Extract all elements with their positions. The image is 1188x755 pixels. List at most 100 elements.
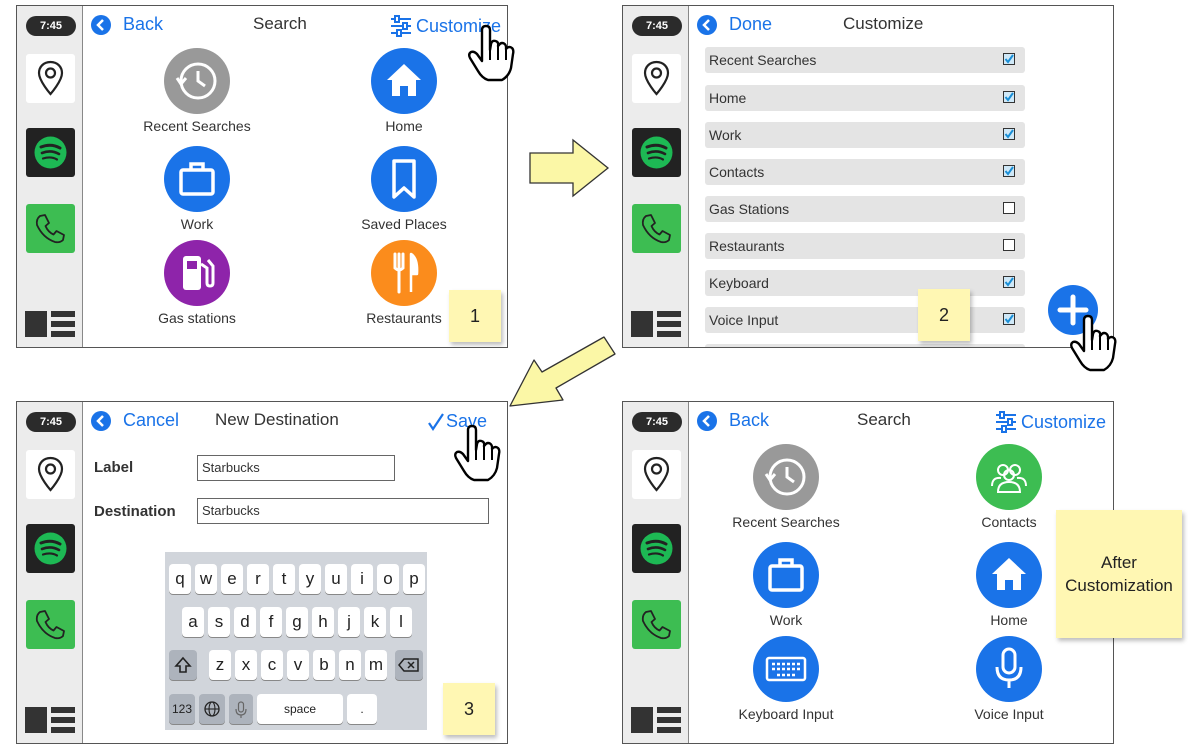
key-w[interactable]: w	[195, 564, 217, 594]
key-n[interactable]: n	[339, 650, 361, 680]
customize-item[interactable]: Restaurants	[705, 233, 1025, 259]
panel-search-initial: 7:45 Back Search Customize Recent Search…	[16, 5, 508, 348]
tile-voice-input[interactable]: Voice Input	[919, 636, 1099, 722]
app-grid-button[interactable]	[25, 311, 75, 337]
customize-button[interactable]: Customize	[994, 411, 1106, 433]
key-e[interactable]: e	[221, 564, 243, 594]
key-m[interactable]: m	[365, 650, 387, 680]
tile-label: Work	[769, 612, 803, 628]
key-f[interactable]: f	[260, 607, 282, 637]
spotify-button[interactable]	[26, 128, 75, 177]
tile-recent-searches[interactable]: Recent Searches	[696, 444, 876, 530]
key-s[interactable]: s	[208, 607, 230, 637]
checkmark-icon	[1004, 277, 1014, 287]
map-pin-button[interactable]	[26, 54, 75, 103]
key-k[interactable]: k	[364, 607, 386, 637]
key-d[interactable]: d	[234, 607, 256, 637]
map-pin-button[interactable]	[26, 450, 75, 499]
tile-label: Gas stations	[158, 310, 236, 326]
clock: 7:45	[632, 16, 682, 36]
customize-item[interactable]: Keyboard	[705, 270, 1025, 296]
customize-item[interactable]: Work	[705, 122, 1025, 148]
customize-item[interactable]: Home	[705, 85, 1025, 111]
key-i[interactable]: i	[351, 564, 373, 594]
key-c[interactable]: c	[261, 650, 283, 680]
period-key[interactable]: .	[347, 694, 377, 724]
key-y[interactable]: y	[299, 564, 321, 594]
step-note: 2	[918, 289, 970, 341]
sidebar: 7:45	[623, 6, 689, 347]
label-input[interactable]: Starbucks	[197, 455, 395, 481]
tile-work[interactable]: Work	[107, 146, 287, 232]
globe-key[interactable]	[199, 694, 225, 724]
spotify-button[interactable]	[632, 524, 681, 573]
tile-gas-stations[interactable]: Gas stations	[107, 240, 287, 326]
key-u[interactable]: u	[325, 564, 347, 594]
destination-input[interactable]: Starbucks	[197, 498, 489, 524]
space-key[interactable]: space	[257, 694, 343, 724]
back-button[interactable]: Back	[697, 410, 769, 431]
back-button[interactable]: Back	[91, 14, 163, 35]
map-pin-button[interactable]	[632, 450, 681, 499]
done-button[interactable]: Done	[697, 14, 772, 35]
phone-button[interactable]	[26, 600, 75, 649]
mic-key[interactable]	[229, 694, 253, 724]
phone-button[interactable]	[632, 600, 681, 649]
key-q[interactable]: q	[169, 564, 191, 594]
checkbox[interactable]	[1003, 202, 1015, 214]
app-grid-button[interactable]	[631, 707, 681, 733]
key-g[interactable]: g	[286, 607, 308, 637]
checkbox[interactable]	[1003, 128, 1015, 140]
cancel-button[interactable]: Cancel	[91, 410, 179, 431]
key-b[interactable]: b	[313, 650, 335, 680]
spotify-icon	[640, 136, 673, 169]
customize-item[interactable]: Voice Input	[705, 307, 1025, 333]
map-pin-button[interactable]	[632, 54, 681, 103]
tile-keyboard-input[interactable]: Keyboard Input	[696, 636, 876, 722]
tile-recent-searches[interactable]: Recent Searches	[107, 48, 287, 134]
key-a[interactable]: a	[182, 607, 204, 637]
tile-work[interactable]: Work	[696, 542, 876, 628]
checkbox[interactable]	[1003, 165, 1015, 177]
phone-icon	[641, 214, 671, 244]
backspace-key[interactable]	[395, 650, 423, 680]
key-l[interactable]: l	[390, 607, 412, 637]
checkbox[interactable]	[1003, 313, 1015, 325]
app-grid-button[interactable]	[631, 311, 681, 337]
customize-item[interactable]: Contacts	[705, 159, 1025, 185]
panel-customize: 7:45 Done Customize Recent Searches Home…	[622, 5, 1114, 348]
checkbox[interactable]	[1003, 91, 1015, 103]
key-p[interactable]: p	[403, 564, 425, 594]
tile-saved-places[interactable]: Saved Places	[314, 146, 494, 232]
key-z[interactable]: z	[209, 650, 231, 680]
shift-key[interactable]	[169, 650, 197, 680]
phone-button[interactable]	[26, 204, 75, 253]
number-mode-key[interactable]: 123	[169, 694, 195, 724]
checkmark-icon	[1004, 92, 1014, 102]
spotify-button[interactable]	[26, 524, 75, 573]
customize-item[interactable]: Gas Stations	[705, 196, 1025, 222]
hand-cursor-icon	[1070, 314, 1117, 372]
key-t[interactable]: t	[273, 564, 295, 594]
page-title: Search	[253, 14, 307, 33]
key-r[interactable]: r	[247, 564, 269, 594]
step-note: 3	[443, 683, 495, 735]
customize-item-partial[interactable]	[705, 344, 1025, 347]
app-grid-button[interactable]	[25, 707, 75, 733]
key-x[interactable]: x	[235, 650, 257, 680]
microphone-icon	[976, 636, 1042, 702]
key-v[interactable]: v	[287, 650, 309, 680]
item-label: Gas Stations	[709, 201, 790, 217]
spotify-button[interactable]	[632, 128, 681, 177]
checkbox[interactable]	[1003, 239, 1015, 251]
back-chevron-icon	[91, 410, 111, 431]
checkbox[interactable]	[1003, 53, 1015, 65]
customize-item[interactable]: Recent Searches	[705, 47, 1025, 73]
key-h[interactable]: h	[312, 607, 334, 637]
checkbox[interactable]	[1003, 276, 1015, 288]
key-o[interactable]: o	[377, 564, 399, 594]
key-j[interactable]: j	[338, 607, 360, 637]
globe-icon	[204, 701, 220, 717]
phone-button[interactable]	[632, 204, 681, 253]
back-label: Back	[123, 14, 164, 34]
